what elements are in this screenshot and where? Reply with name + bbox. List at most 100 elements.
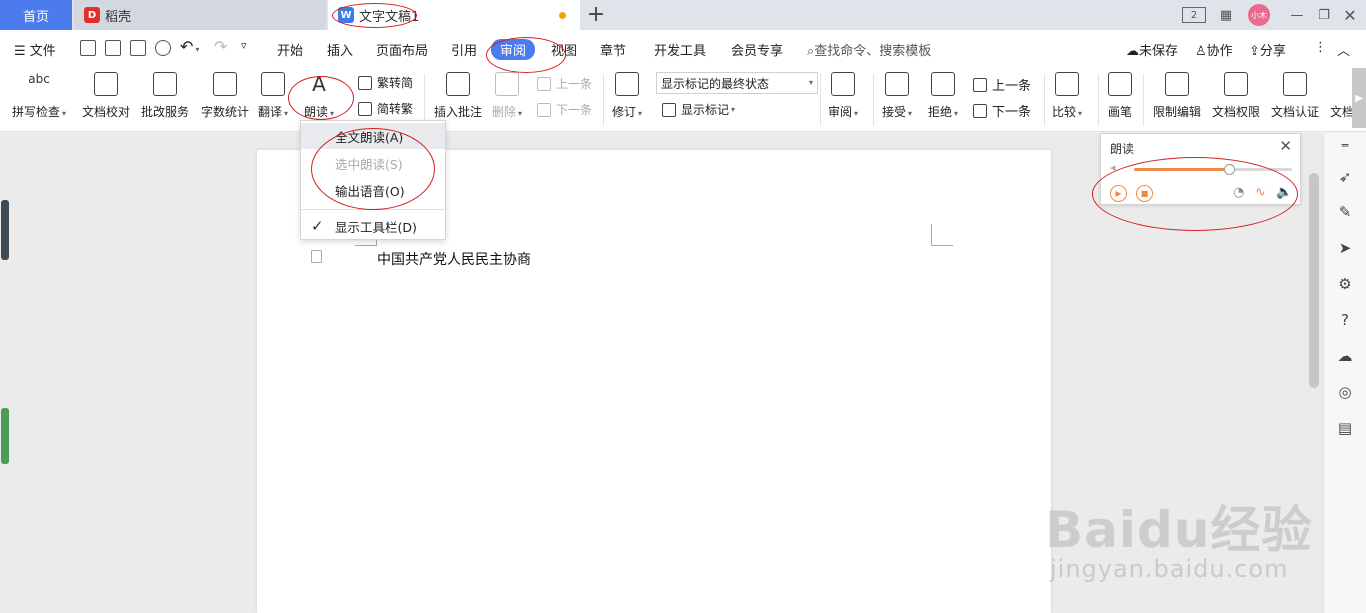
insert-comment-icon (446, 72, 470, 96)
show-toolbar-label: 显示工具栏(D) (335, 219, 417, 235)
collapse-ribbon-icon[interactable]: ︿ (1337, 40, 1350, 59)
paragraph-handle-icon[interactable] (311, 250, 322, 263)
unsaved-status[interactable]: ☁未保存 (1126, 40, 1178, 59)
proofread-button[interactable]: 文档校对 (82, 72, 130, 120)
doc-cert-label: 文档认证 (1271, 105, 1320, 119)
book-icon[interactable]: ▤ (1336, 419, 1354, 437)
reject-label: 拒绝 (928, 105, 953, 119)
right-sidebar: ═ ➶ ✎ ➤ ⚙ ? ☁ ◎ ▤ (1323, 133, 1366, 613)
pen-edit-icon[interactable]: ✎ (1336, 203, 1354, 221)
next-change-icon (973, 103, 987, 118)
layout-switch-button[interactable]: 2 (1182, 7, 1206, 23)
menu-start[interactable]: 开始 (277, 40, 303, 59)
restrict-edit-button[interactable]: 限制编辑 (1153, 72, 1201, 120)
redo-icon[interactable]: ↷ (214, 37, 227, 56)
menu-page-layout[interactable]: 页面布局 (376, 40, 428, 59)
track-changes-label: 修订 (612, 105, 637, 119)
annotation-ellipse-doc-tab (332, 3, 417, 28)
user-avatar[interactable]: 小木 (1248, 4, 1270, 26)
tab-home-label: 首页 (22, 9, 49, 25)
insert-comment-label: 插入批注 (434, 105, 483, 119)
menu-member[interactable]: 会员专享 (731, 40, 783, 59)
cursor-select-icon[interactable]: ➤ (1336, 239, 1354, 257)
track-changes-button[interactable]: 修订 ▾ (612, 72, 642, 120)
next-comment-button[interactable]: 下一条 (537, 101, 592, 118)
ribbon-divider (1143, 74, 1144, 126)
lightbulb-icon[interactable]: ◎ (1336, 383, 1354, 401)
save-icon[interactable] (80, 40, 96, 56)
print-icon[interactable] (130, 40, 146, 56)
new-tab-button[interactable]: + (586, 2, 606, 27)
delete-comment-button[interactable]: 删除 ▾ (492, 72, 522, 120)
prev-comment-button[interactable]: 上一条 (537, 75, 592, 92)
menu-chapter[interactable]: 章节 (600, 40, 626, 59)
reject-button[interactable]: 拒绝 ▾ (928, 72, 958, 120)
show-markup-button[interactable]: 显示标记 ▾ (662, 101, 735, 118)
doc-more-button[interactable]: 文档 (1330, 72, 1354, 120)
doc-permission-button[interactable]: 文档权限 (1212, 72, 1260, 120)
baidu-watermark-url: jingyan.baidu.com (1050, 555, 1289, 583)
menu-insert[interactable]: 插入 (327, 40, 353, 59)
scrollbar-thumb[interactable] (1309, 173, 1319, 388)
close-icon[interactable]: ✕ (1279, 137, 1292, 155)
doc-more-icon (1330, 72, 1354, 96)
export-pdf-icon[interactable] (105, 40, 121, 56)
trad-to-simp-button[interactable]: 繁转简 (358, 74, 413, 91)
next-change-button[interactable]: 下一条 (973, 101, 1031, 120)
accept-button[interactable]: 接受 ▾ (882, 72, 912, 120)
tab-daoke[interactable]: D 稻壳 (74, 0, 326, 30)
pen-button[interactable]: 画笔 (1108, 72, 1132, 120)
trad-simp-icon (358, 75, 372, 90)
customize-quick-access-icon[interactable]: ▿ (241, 39, 247, 52)
rocket-icon[interactable]: ➶ (1336, 168, 1354, 186)
minimize-icon[interactable]: — (1287, 4, 1307, 26)
menu-bar: ☰ 文件 ↶ ▾ ↷ ▿ 开始 插入 页面布局 引用 审阅 视图 章节 开发工具 … (0, 30, 1366, 68)
collaborate-label: 协作 (1206, 44, 1233, 59)
cloud-icon: ☁ (1126, 44, 1139, 59)
show-toolbar-item[interactable]: ✓ 显示工具栏(D) (301, 213, 445, 239)
markup-state-select[interactable]: 显示标记的最终状态 ▾ (656, 72, 818, 94)
restore-icon[interactable]: ❐ (1314, 4, 1334, 26)
doc-permission-label: 文档权限 (1212, 105, 1261, 119)
file-menu-label: 文件 (29, 44, 56, 59)
review-service-label: 批改服务 (141, 105, 190, 119)
close-window-icon[interactable]: ✕ (1340, 4, 1360, 26)
review-service-button[interactable]: 批改服务 (141, 72, 189, 120)
spellcheck-label: 拼写检查 (12, 105, 61, 119)
prev-change-button[interactable]: 上一条 (973, 75, 1031, 94)
menu-references[interactable]: 引用 (451, 40, 477, 59)
spellcheck-button[interactable]: abc 拼写检查 ▾ (12, 72, 66, 120)
restrict-edit-label: 限制编辑 (1153, 105, 1202, 119)
simp-to-trad-button[interactable]: 简转繁 (358, 100, 413, 117)
ribbon-scroll-right-icon[interactable]: ▶ (1352, 68, 1366, 128)
review-pane-button[interactable]: 审阅 ▾ (828, 72, 858, 120)
share-button[interactable]: ⇪分享 (1249, 40, 1286, 59)
left-level-strip (1, 408, 9, 464)
file-menu[interactable]: ☰ 文件 (14, 40, 56, 59)
cloud-backup-icon[interactable]: ☁ (1336, 347, 1354, 365)
command-search[interactable]: ⌕查找命令、搜索模板 (807, 40, 931, 59)
document-text[interactable]: 中国共产党人民民主协商 (377, 249, 531, 269)
sidebar-menu-icon[interactable]: ═ (1336, 137, 1354, 155)
doc-cert-button[interactable]: 文档认证 (1271, 72, 1319, 120)
settings-sliders-icon[interactable]: ⚙ (1336, 275, 1354, 293)
checkmark-icon: ✓ (311, 217, 324, 235)
print-preview-icon[interactable] (155, 40, 171, 56)
delete-comment-label: 删除 (492, 105, 517, 119)
insert-comment-button[interactable]: 插入批注 (434, 72, 482, 120)
word-count-button[interactable]: 字数统计 (201, 72, 249, 120)
apps-grid-icon[interactable]: ▦ (1216, 4, 1236, 26)
more-menu-icon[interactable]: ⋮ (1314, 40, 1327, 55)
compare-button[interactable]: 比较 ▾ (1052, 72, 1082, 120)
proofread-label: 文档校对 (82, 105, 131, 119)
help-icon[interactable]: ? (1336, 311, 1354, 329)
tab-home[interactable]: 首页 (0, 0, 72, 30)
translate-button[interactable]: 翻译 ▾ (258, 72, 288, 120)
collaborate-button[interactable]: ♙协作 (1195, 40, 1233, 59)
prev-comment-icon (537, 76, 551, 91)
trad-to-simp-label: 繁转简 (377, 76, 414, 90)
review-ribbon: abc 拼写检查 ▾ 文档校对 批改服务 字数统计 翻译 ▾ A 朗读 ▾ 繁转简 简… (0, 68, 1366, 132)
undo-icon[interactable]: ↶ ▾ (180, 37, 199, 56)
menu-developer[interactable]: 开发工具 (654, 40, 706, 59)
show-markup-label: 显示标记 (681, 103, 730, 117)
